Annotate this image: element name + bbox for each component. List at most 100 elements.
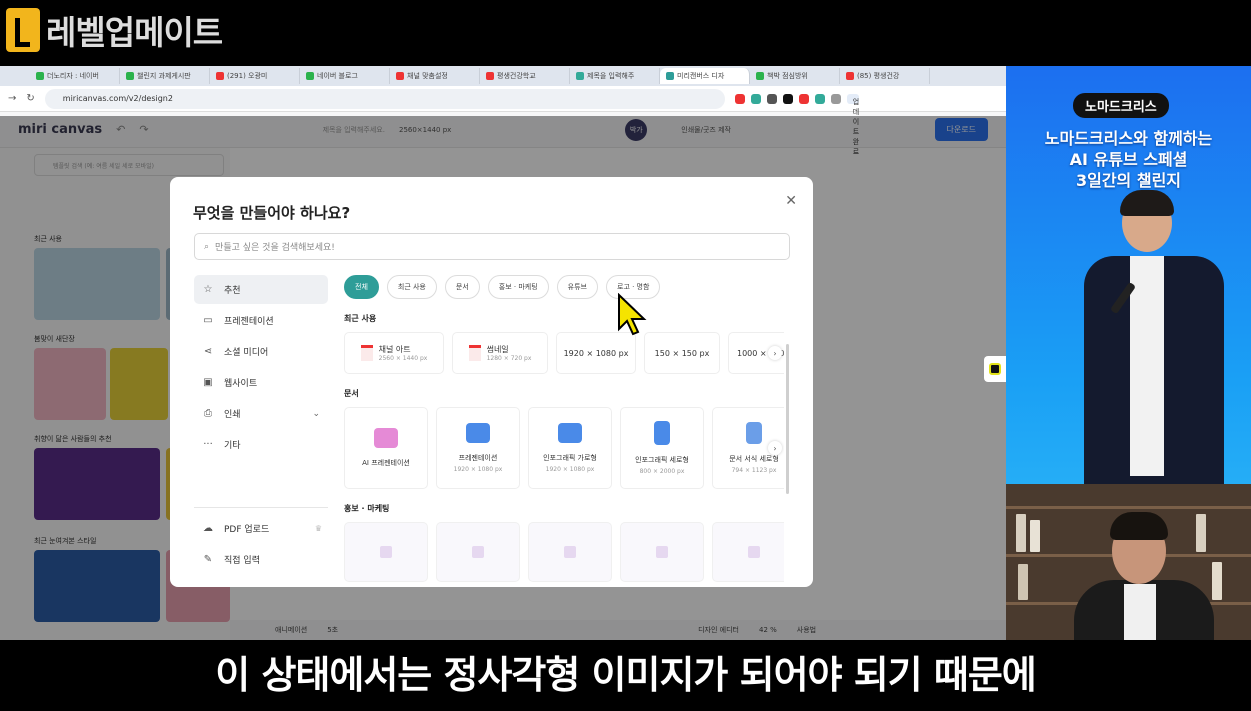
webcam-person xyxy=(1066,510,1216,640)
menu-item-presentation[interactable]: ▭ 프레젠테이션 xyxy=(194,306,328,335)
extension-icon[interactable] xyxy=(766,93,777,104)
promo-row xyxy=(344,522,784,582)
menu-item-print[interactable]: ⎙ 인쇄 ⌄ xyxy=(194,399,328,428)
upload-icon: ☁ xyxy=(203,523,213,534)
infographic-icon xyxy=(558,423,582,443)
presenter-photo xyxy=(1064,190,1234,486)
menu-item-recommended[interactable]: ☆ 추천 xyxy=(194,275,328,304)
star-icon: ☆ xyxy=(203,284,213,295)
pencil-icon: ✎ xyxy=(203,554,213,565)
puzzle-icon[interactable] xyxy=(830,93,841,104)
share-icon: ⋖ xyxy=(203,346,213,357)
promo-thumbnail-icon xyxy=(748,546,760,558)
section-title: 홍보 · 마케팅 xyxy=(344,504,390,513)
size-card[interactable]: 썸네일 1280 × 720 px xyxy=(452,332,548,374)
back-icon[interactable]: → xyxy=(8,93,16,104)
close-icon[interactable]: ✕ xyxy=(785,193,797,209)
size-card[interactable]: 1920 × 1080 px xyxy=(556,332,636,374)
browser-tab[interactable]: 책박 점심방위 xyxy=(750,68,840,84)
extension-icon[interactable] xyxy=(798,93,809,104)
chip-docs[interactable]: 문서 xyxy=(444,275,480,299)
browser-tab-active[interactable]: 미리캔버스 디자 xyxy=(660,68,750,84)
doc-card[interactable]: 인포그래픽 세로형 800 × 2000 px xyxy=(620,407,704,489)
modal-scrollbar[interactable] xyxy=(786,344,789,494)
recent-row: 채널 아트 2560 × 1440 px 썸네일 1280 × 720 px 192… xyxy=(344,332,784,374)
promo-card[interactable] xyxy=(528,522,612,582)
browser-tab[interactable]: 네이버 블로그 xyxy=(300,68,390,84)
extension-icon[interactable] xyxy=(734,93,745,104)
chip-youtube[interactable]: 유튜브 xyxy=(556,275,598,299)
logo-mark-icon xyxy=(6,8,40,52)
extension-icon[interactable] xyxy=(782,93,793,104)
update-button[interactable]: 업데이트 완료 xyxy=(846,93,859,156)
section-title: 문서 xyxy=(344,389,359,398)
browser-tab[interactable]: 채널 맞춤설정 xyxy=(390,68,480,84)
brand-logo: 레벨업메이트 xyxy=(6,6,223,54)
extension-icon[interactable] xyxy=(814,93,825,104)
channel-badge: 노마드크리스 xyxy=(1073,93,1169,118)
section-title: 최근 사용 xyxy=(344,314,377,323)
screen-capture: 더노리자 : 네이버 챌린지 과제게시판 (291) 오광미 네이버 블로그 채… xyxy=(0,66,1006,640)
promo-card[interactable] xyxy=(436,522,520,582)
doc-card[interactable]: 인포그래픽 가로형 1920 × 1080 px xyxy=(528,407,612,489)
pdf-upload-button[interactable]: ☁ PDF 업로드 ♛ xyxy=(194,514,328,543)
infographic-vertical-icon xyxy=(654,421,670,445)
size-card[interactable]: 채널 아트 2560 × 1440 px xyxy=(344,332,444,374)
filter-chips: 전체 최근 사용 문서 홍보 · 마케팅 유튜브 로고 · 명함 xyxy=(344,275,784,299)
category-menu: ☆ 추천 ▭ 프레젠테이션 ⋖ 소셜 미디어 ▣ 웹사이트 ⎙ 인쇄 ⌄ ··· 기타 xyxy=(194,275,328,461)
more-icon: ··· xyxy=(203,439,213,450)
video-subtitle: 이 상태에서는 정사각형 이미지가 되어야 되기 때문에 xyxy=(0,640,1251,711)
document-icon xyxy=(746,422,762,444)
brand-name: 레벨업메이트 xyxy=(46,13,223,52)
printer-icon: ⎙ xyxy=(204,408,212,419)
url-field[interactable]: miricanvas.com/v2/design2 xyxy=(44,88,725,109)
modal-title: 무엇을 만들어야 하나요? xyxy=(193,204,351,222)
browser-tab[interactable]: (85) 평생건강 xyxy=(840,68,930,84)
menu-item-social[interactable]: ⋖ 소셜 미디어 xyxy=(194,337,328,366)
menu-bottom: ☁ PDF 업로드 ♛ ✎ 직접 입력 xyxy=(194,507,328,576)
chevron-down-icon: ⌄ xyxy=(312,408,320,419)
top-band: 레벨업메이트 xyxy=(0,0,1251,66)
direct-input-button[interactable]: ✎ 직접 입력 xyxy=(194,545,328,574)
modal-content: 전체 최근 사용 문서 홍보 · 마케팅 유튜브 로고 · 명함 최근 사용 채… xyxy=(344,275,784,587)
chip-all[interactable]: 전체 xyxy=(344,275,379,299)
website-icon: ▣ xyxy=(203,377,213,388)
mouse-cursor-icon xyxy=(618,293,647,336)
menu-item-other[interactable]: ··· 기타 xyxy=(194,430,328,459)
promo-thumbnail-icon xyxy=(380,546,392,558)
promo-thumbnail-icon xyxy=(656,546,668,558)
extension-icon[interactable] xyxy=(750,93,761,104)
promo-card[interactable] xyxy=(344,522,428,582)
promo-card[interactable] xyxy=(620,522,704,582)
chip-marketing[interactable]: 홍보 · 마케팅 xyxy=(487,275,549,299)
chevron-right-icon[interactable]: › xyxy=(768,346,782,360)
docs-row: AI 프레젠테이션 프레젠테이션 1920 × 1080 px 인포그래픽 가로형… xyxy=(344,407,784,489)
chevron-right-icon[interactable]: › xyxy=(768,441,782,455)
reload-icon[interactable]: ↻ xyxy=(26,93,34,104)
document-icon xyxy=(468,345,481,361)
browser-tab[interactable]: (291) 오광미 xyxy=(210,68,300,84)
create-design-modal: 무엇을 만들어야 하나요? ✕ ⌕ 만들고 싶은 것을 검색해보세요! ☆ 추천 … xyxy=(170,177,813,587)
chip-recent[interactable]: 최근 사용 xyxy=(386,275,437,299)
menu-item-website[interactable]: ▣ 웹사이트 xyxy=(194,368,328,397)
browser-tab[interactable]: 더노리자 : 네이버 xyxy=(30,68,120,84)
doc-card[interactable]: AI 프레젠테이션 xyxy=(344,407,428,489)
promo-thumbnail-icon xyxy=(564,546,576,558)
search-placeholder: 만들고 싶은 것을 검색해보세요! xyxy=(215,243,335,253)
floating-widget-icon[interactable] xyxy=(984,356,1006,382)
promo-title: 노마드크리스와 함께하는 AI 유튜브 스페셜 3일간의 챌린지 xyxy=(1044,129,1213,190)
browser-tab[interactable]: 제목을 입력해주 xyxy=(570,68,660,84)
doc-card[interactable]: 프레젠테이션 1920 × 1080 px xyxy=(436,407,520,489)
promo-thumbnail-icon xyxy=(472,546,484,558)
extension-icons: 업데이트 완료 xyxy=(734,93,859,156)
browser-tab[interactable]: 평생건강학교 xyxy=(480,68,570,84)
promo-card[interactable] xyxy=(712,522,784,582)
browser-tab[interactable]: 챌린지 과제게시판 xyxy=(120,68,210,84)
search-icon: ⌕ xyxy=(204,241,210,252)
size-card[interactable]: 150 × 150 px xyxy=(644,332,720,374)
ai-presentation-icon xyxy=(374,428,398,448)
document-icon xyxy=(360,345,373,361)
presentation-icon xyxy=(466,423,490,443)
crown-icon: ♛ xyxy=(314,524,322,533)
modal-search-input[interactable]: ⌕ 만들고 싶은 것을 검색해보세요! xyxy=(194,233,790,260)
